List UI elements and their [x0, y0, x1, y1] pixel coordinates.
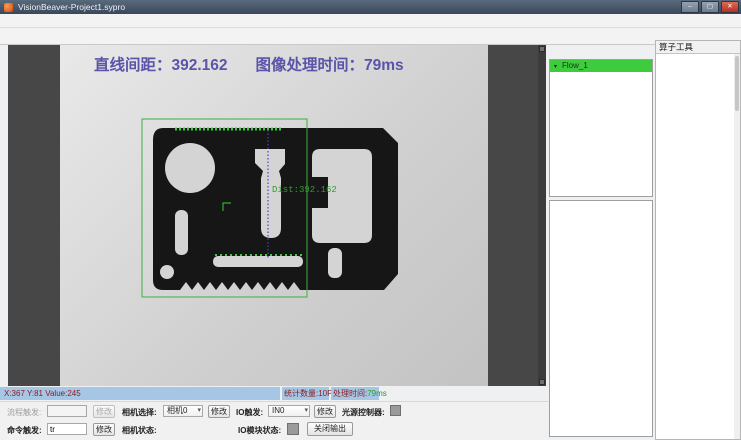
io-trigger-dropdown[interactable]: IN0	[268, 405, 310, 417]
io-status-label: IO模块状态:	[238, 425, 281, 436]
operator-scrollbar[interactable]	[734, 54, 740, 439]
inspection-image: 直线间距：392.162 图像处理时间：79ms	[60, 45, 488, 386]
cmd-trigger-label: 命令触发:	[7, 425, 42, 436]
title-bar: VisionBeaver-Project1.sypro – ▢ ✕	[0, 0, 741, 14]
result-overlay-text: 直线间距：392.162 图像处理时间：79ms	[94, 53, 404, 75]
scroll-thumb[interactable]	[735, 56, 739, 111]
cmd-trigger-input[interactable]	[47, 423, 87, 435]
expander-icon[interactable]: ▾	[554, 61, 562, 73]
flow-trigger-label: 流程触发:	[7, 407, 41, 418]
camera-modify-button[interactable]: 修改	[208, 405, 230, 418]
time-status: 处理时间:79ms	[331, 387, 379, 400]
app-logo-icon	[4, 3, 13, 12]
tree-node-flow[interactable]: ▾Flow_1	[550, 60, 652, 72]
cmd-modify-button[interactable]: 修改	[93, 423, 115, 436]
light-controller-indicator	[390, 405, 401, 416]
io-modify-button[interactable]: 修改	[314, 405, 336, 418]
process-time-result: 图像处理时间：79ms	[256, 57, 404, 74]
image-canvas[interactable]: 直线间距：392.162 图像处理时间：79ms	[8, 45, 546, 386]
tool-card-graphic: Dist:392.162	[60, 45, 488, 386]
close-output-button[interactable]: 关闭输出	[307, 422, 353, 436]
camera-select-label: 相机选择:	[122, 407, 157, 418]
toolbar	[0, 28, 741, 45]
io-trigger-label: IO触发:	[236, 407, 263, 418]
camera-status-label: 相机状态:	[122, 425, 157, 436]
menu-bar	[0, 14, 741, 28]
scroll-up-icon[interactable]	[539, 46, 545, 52]
canvas-scrollbar[interactable]	[538, 45, 546, 386]
pixel-coords-status: X:367 Y:81 Value:245	[0, 387, 280, 400]
flow-step-list	[549, 200, 653, 437]
light-controller-label: 光源控制器:	[342, 407, 385, 418]
minimize-button[interactable]: –	[681, 1, 699, 13]
close-button[interactable]: ✕	[721, 1, 739, 13]
dist-annotation: Dist:392.162	[272, 185, 337, 195]
flow-tab-bar	[549, 45, 653, 57]
flow-trigger-modify-button[interactable]: 修改	[93, 405, 115, 418]
operator-panel-title: 算子工具	[656, 41, 740, 54]
flow-trigger-input[interactable]	[47, 405, 87, 417]
io-module-indicator	[287, 423, 299, 435]
visionbeaver-window: VisionBeaver-Project1.sypro – ▢ ✕ 直线间距：3…	[0, 0, 741, 440]
window-title: VisionBeaver-Project1.sypro	[18, 2, 681, 12]
scroll-down-icon[interactable]	[539, 379, 545, 385]
control-panel: 流程触发: 修改 相机选择: 相机0 修改 IO触发: IN0 修改 光源控制器…	[0, 401, 548, 440]
flow-tree-panel: ▾Flow_1	[549, 59, 653, 197]
operator-tree	[656, 54, 734, 439]
camera-select-dropdown[interactable]: 相机0	[163, 405, 203, 417]
distance-result: 直线间距：392.162	[94, 57, 228, 74]
status-bar: X:367 Y:81 Value:245 统计数量:10PCS 处理时间:79m…	[0, 387, 548, 400]
operator-panel: 算子工具	[655, 40, 741, 440]
maximize-button[interactable]: ▢	[701, 1, 719, 13]
count-status: 统计数量:10PCS	[282, 387, 329, 400]
